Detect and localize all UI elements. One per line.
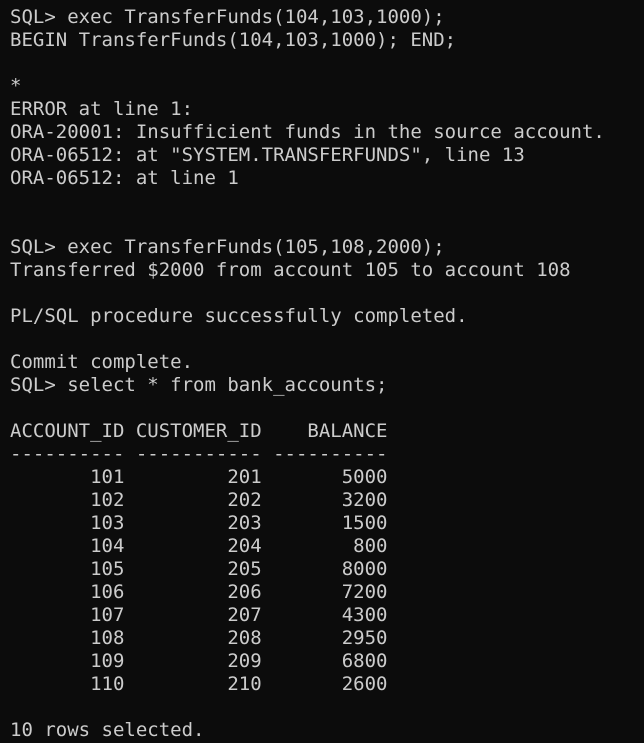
table-row: 103 203 1500 <box>10 512 388 534</box>
table-row: 102 202 3200 <box>10 489 388 511</box>
table-row: 104 204 800 <box>10 535 388 557</box>
error-marker-line: * <box>10 75 22 97</box>
table-row: 109 209 6800 <box>10 650 388 672</box>
table-header-line: ACCOUNT_ID CUSTOMER_ID BALANCE <box>10 420 388 442</box>
table-row: 101 201 5000 <box>10 466 388 488</box>
table-separator-line: ---------- ----------- ---------- <box>10 443 388 465</box>
output-line: BEGIN TransferFunds(104,103,1000); END; <box>10 29 457 51</box>
row-count-line: 10 rows selected. <box>10 719 205 741</box>
command-line: SQL> select * from bank_accounts; <box>10 374 388 396</box>
output-line: Transferred $2000 from account 105 to ac… <box>10 259 571 281</box>
error-message-line: ORA-20001: Insufficient funds in the sou… <box>10 121 605 143</box>
status-line: PL/SQL procedure successfully completed. <box>10 305 468 327</box>
table-row: 107 207 4300 <box>10 604 388 626</box>
table-row: 105 205 8000 <box>10 558 388 580</box>
status-line: Commit complete. <box>10 351 194 373</box>
table-row: 108 208 2950 <box>10 627 388 649</box>
table-row: 110 210 2600 <box>10 673 388 695</box>
command-line: SQL> exec TransferFunds(105,108,2000); <box>10 236 445 258</box>
error-line: ERROR at line 1: <box>10 98 194 120</box>
error-trace-line: ORA-06512: at line 1 <box>10 167 239 189</box>
error-trace-line: ORA-06512: at "SYSTEM.TRANSFERFUNDS", li… <box>10 144 525 166</box>
table-row: 106 206 7200 <box>10 581 388 603</box>
command-line: SQL> exec TransferFunds(104,103,1000); <box>10 6 445 28</box>
terminal-window[interactable]: SQL> exec TransferFunds(104,103,1000); B… <box>0 0 644 743</box>
